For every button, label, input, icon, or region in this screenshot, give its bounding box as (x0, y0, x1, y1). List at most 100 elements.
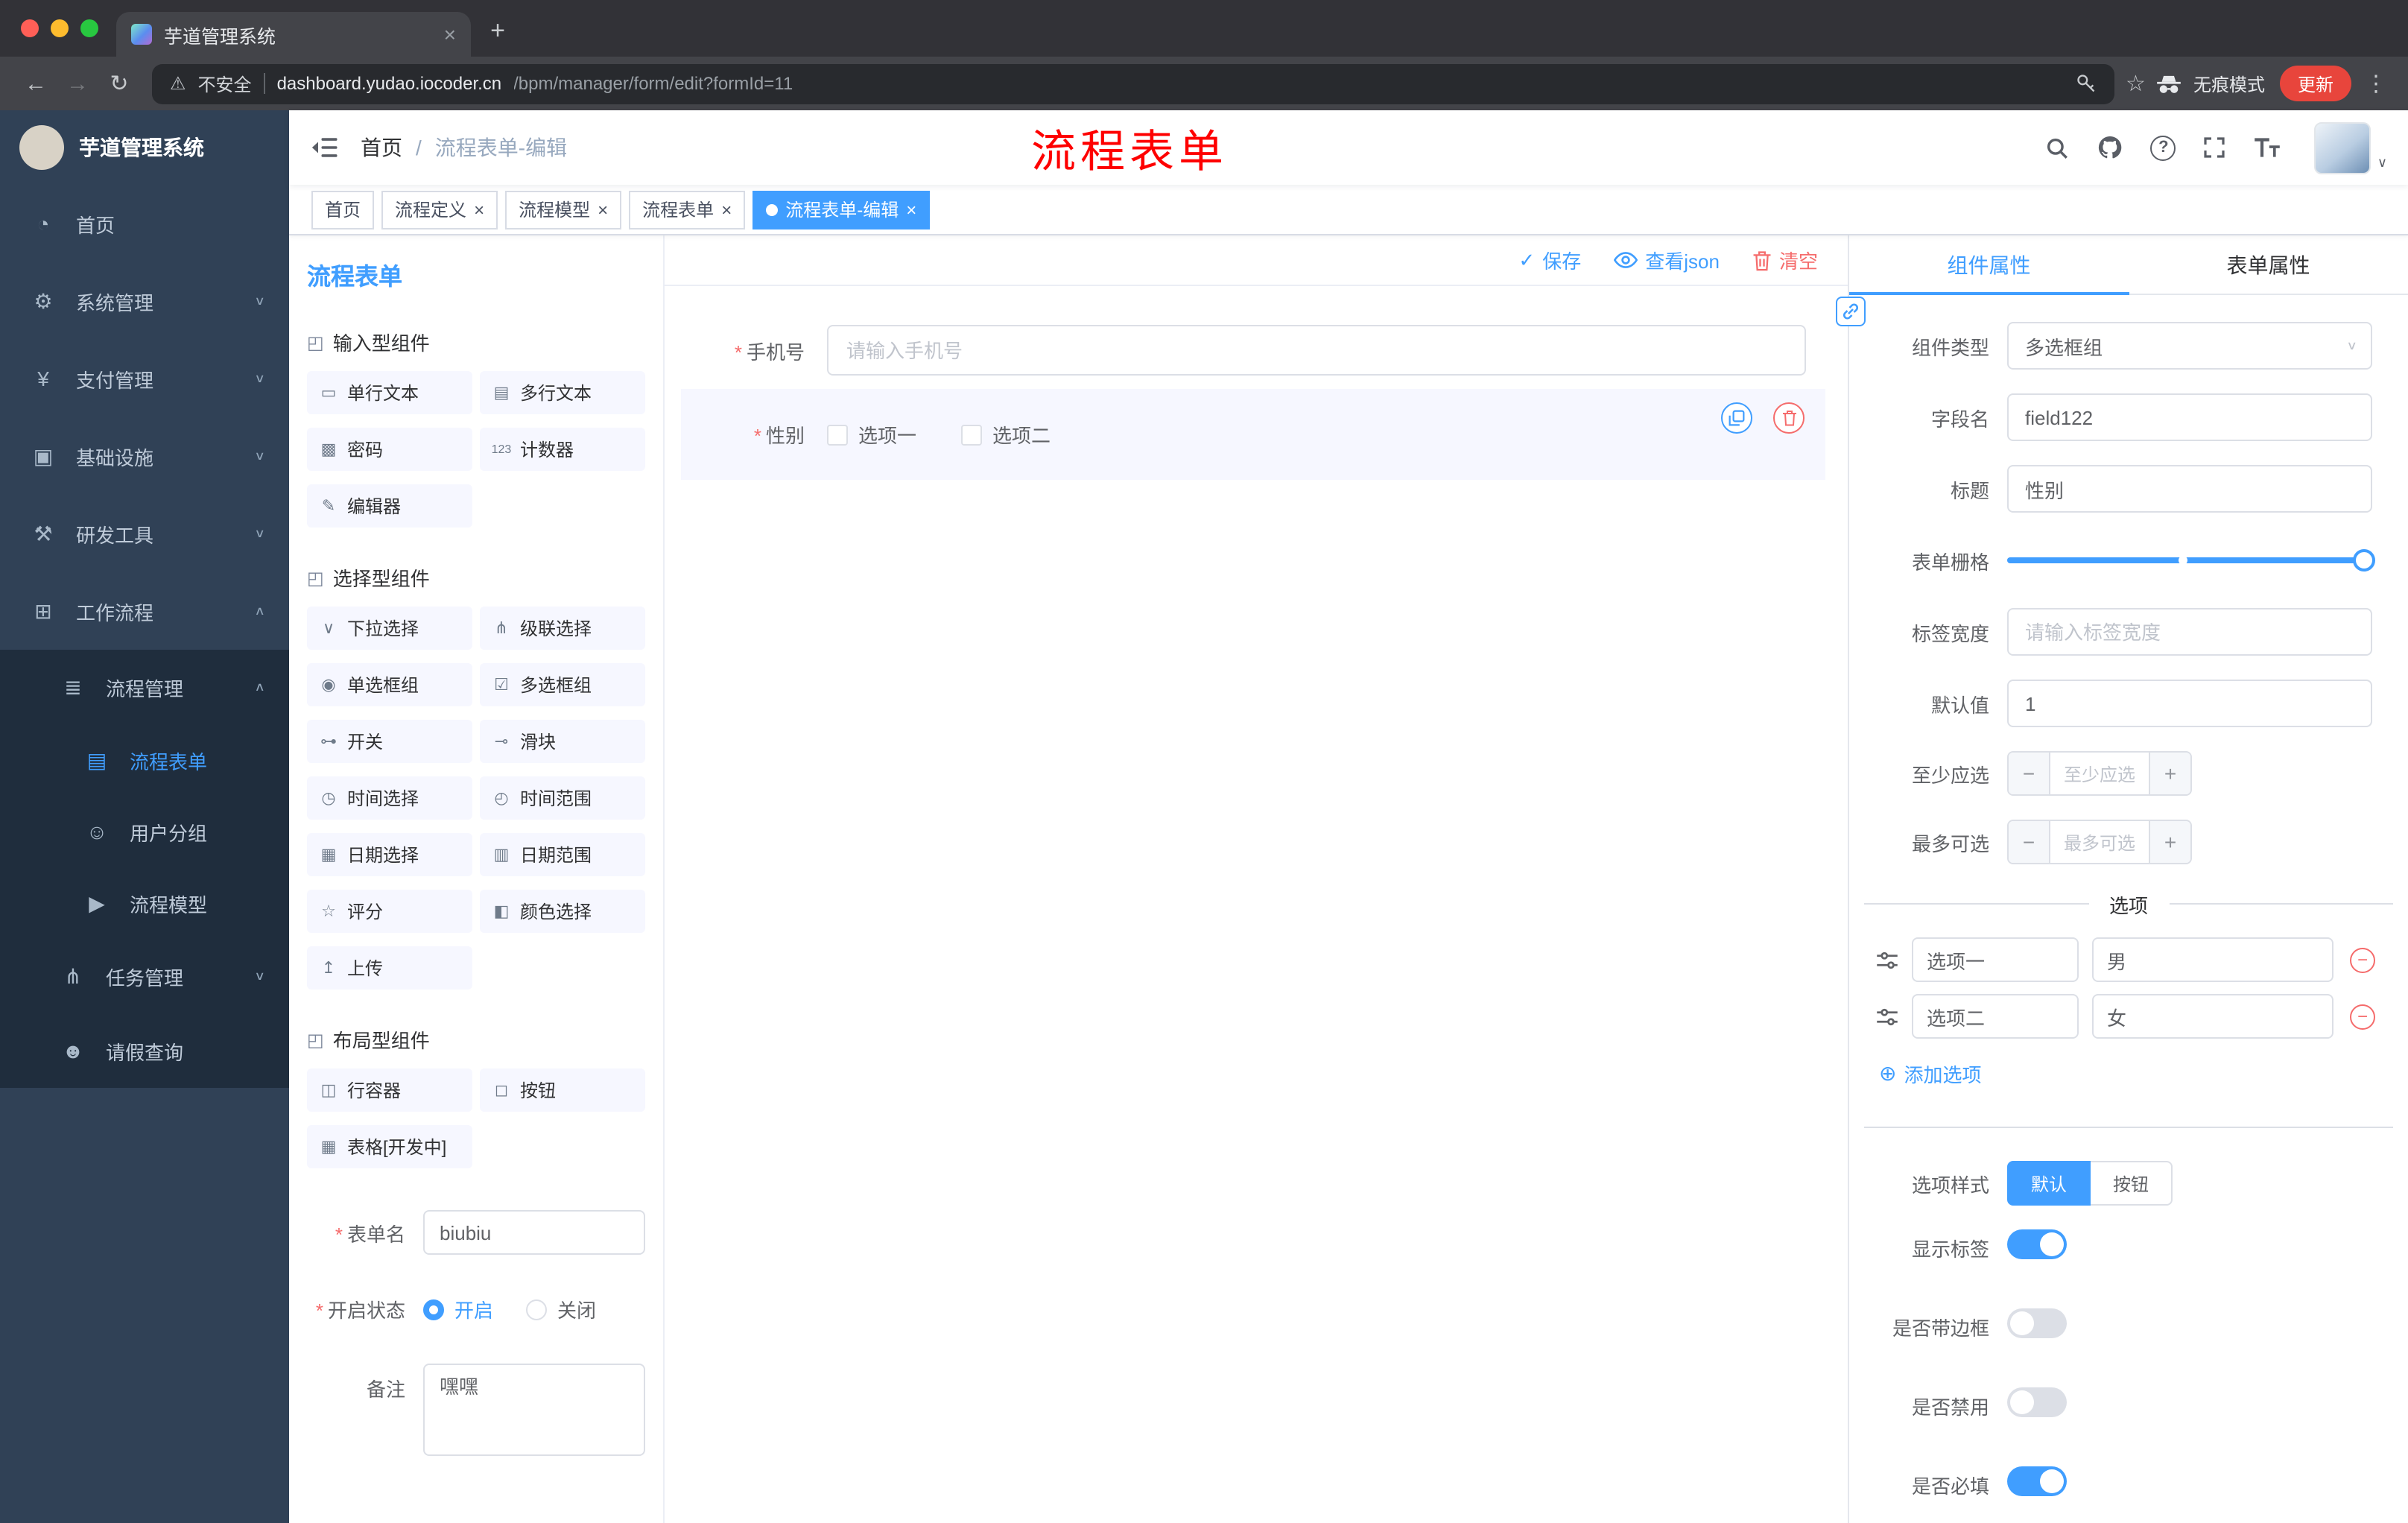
min-select-value[interactable]: 至少应选 (2050, 753, 2149, 794)
component-button[interactable]: ◻ 按钮 (480, 1068, 645, 1112)
status-radio-off[interactable]: 关闭 (526, 1295, 596, 1323)
help-icon[interactable]: ? (2150, 135, 2176, 160)
component-select[interactable]: ∨ 下拉选择 (307, 607, 472, 650)
view-json-button[interactable]: 查看json (1614, 246, 1720, 274)
user-avatar[interactable]: ∨ (2314, 121, 2387, 174)
decrease-button[interactable]: − (2009, 753, 2050, 794)
checkbox[interactable] (827, 424, 848, 445)
widget-gender-selected[interactable]: * 性别 选项一 选项二 (681, 389, 1825, 480)
component-slider[interactable]: ⊸ 滑块 (480, 720, 645, 763)
sidebar-item-system[interactable]: ⚙ 系统管理 ∨ (0, 262, 289, 340)
tag-close-icon[interactable]: × (598, 199, 608, 220)
delete-widget-button[interactable] (1773, 402, 1805, 434)
tag-close-icon[interactable]: × (721, 199, 732, 220)
clear-button[interactable]: 清空 (1752, 246, 1818, 274)
sidebar-item-payment[interactable]: ¥ 支付管理 ∨ (0, 340, 289, 417)
increase-button[interactable]: + (2149, 753, 2190, 794)
add-option-button[interactable]: ⊕ 添加选项 (1879, 1060, 2408, 1088)
tag-process-form[interactable]: 流程表单 × (629, 190, 746, 229)
sidebar-item-process-form[interactable]: ▤ 流程表单 (0, 724, 289, 796)
gender-option-2[interactable]: 选项二 (961, 420, 1051, 449)
gender-option-1[interactable]: 选项一 (827, 420, 916, 449)
tab-close-icon[interactable]: × (444, 22, 456, 46)
sidebar-item-task-mgmt[interactable]: ⋔ 任务管理 ∨ (0, 939, 289, 1013)
minimize-window-button[interactable] (51, 19, 69, 37)
component-rate[interactable]: ☆ 评分 (307, 890, 472, 933)
option-name-input[interactable] (1912, 994, 2079, 1039)
disabled-switch[interactable] (2007, 1387, 2067, 1417)
back-button[interactable]: ← (15, 63, 57, 104)
tag-home[interactable]: 首页 (311, 190, 375, 229)
option-value-input[interactable] (2092, 994, 2333, 1039)
close-window-button[interactable] (21, 19, 39, 37)
tab-form-props[interactable]: 表单属性 (2129, 235, 2408, 294)
copy-widget-button[interactable] (1721, 402, 1752, 434)
max-select-stepper[interactable]: − 最多可选 + (2007, 820, 2192, 864)
new-tab-button[interactable]: + (477, 10, 519, 52)
sidebar-item-user-group[interactable]: ☺ 用户分组 (0, 796, 289, 867)
sidebar-item-home[interactable]: ◔ 首页 (0, 185, 289, 262)
fullscreen-icon[interactable] (2203, 136, 2227, 159)
component-time-picker[interactable]: ◷ 时间选择 (307, 776, 472, 820)
component-cascader[interactable]: ⋔ 级联选择 (480, 607, 645, 650)
remove-option-button[interactable]: − (2350, 947, 2375, 972)
sidebar-item-infra[interactable]: ▣ 基础设施 ∨ (0, 417, 289, 495)
widget-phone[interactable]: * 手机号 (681, 325, 1825, 376)
reload-button[interactable]: ↻ (98, 63, 140, 104)
increase-button[interactable]: + (2149, 821, 2190, 863)
sidebar-item-process-model[interactable]: ▶ 流程模型 (0, 867, 289, 939)
option-name-input[interactable] (1912, 937, 2079, 982)
search-icon[interactable] (2045, 135, 2070, 160)
drawing-board[interactable]: *手机号 *性别 (665, 286, 1848, 1523)
component-row-container[interactable]: ◫ 行容器 (307, 1068, 472, 1112)
tag-process-definition[interactable]: 流程定义 × (381, 190, 498, 229)
bookmark-star-icon[interactable]: ☆ (2126, 70, 2146, 97)
security-label[interactable]: 不安全 (198, 71, 252, 96)
tag-process-form-edit[interactable]: 流程表单-编辑 × (752, 190, 931, 229)
component-table[interactable]: ▦ 表格[开发中] (307, 1125, 472, 1168)
component-date-picker[interactable]: ▦ 日期选择 (307, 833, 472, 876)
max-select-value[interactable]: 最多可选 (2050, 821, 2149, 863)
component-textarea[interactable]: ▤ 多行文本 (480, 371, 645, 414)
phone-input[interactable] (827, 325, 1806, 376)
option-value-input[interactable] (2092, 937, 2333, 982)
update-button[interactable]: 更新 (2279, 66, 2351, 101)
forward-button[interactable]: → (57, 63, 98, 104)
component-time-range[interactable]: ◴ 时间范围 (480, 776, 645, 820)
min-select-stepper[interactable]: − 至少应选 + (2007, 751, 2192, 796)
style-button-button[interactable]: 按钮 (2091, 1161, 2173, 1206)
sidebar-item-devtools[interactable]: ⚒ 研发工具 ∨ (0, 495, 289, 572)
sidebar-item-leave-query[interactable]: ☻ 请假查询 (0, 1013, 289, 1088)
grid-slider[interactable] (2007, 536, 2375, 584)
address-bar[interactable]: ⚠ 不安全 dashboard.yudao.iocoder.cn /bpm/ma… (152, 63, 2114, 104)
slider-handle[interactable] (2353, 549, 2375, 571)
key-icon[interactable] (2075, 73, 2096, 94)
component-color-picker[interactable]: ◧ 颜色选择 (480, 890, 645, 933)
browser-menu-icon[interactable]: ⋮ (2365, 70, 2387, 97)
drag-handle-icon[interactable] (1876, 1007, 1898, 1026)
form-name-input[interactable] (423, 1210, 645, 1255)
show-label-switch[interactable] (2007, 1229, 2067, 1259)
sidebar-toggle-icon[interactable] (289, 110, 361, 185)
tag-close-icon[interactable]: × (474, 199, 484, 220)
font-size-icon[interactable] (2254, 137, 2282, 158)
link-icon[interactable] (1836, 297, 1866, 326)
sidebar-item-workflow[interactable]: ⊞ 工作流程 ∧ (0, 572, 289, 650)
browser-tab[interactable]: 芋道管理系统 × (116, 12, 471, 57)
status-radio-on[interactable]: 开启 (423, 1295, 493, 1323)
component-single-text[interactable]: ▭ 单行文本 (307, 371, 472, 414)
breadcrumb-home[interactable]: 首页 (361, 133, 402, 162)
component-counter[interactable]: 123 计数器 (480, 428, 645, 471)
required-switch[interactable] (2007, 1466, 2067, 1496)
field-name-input[interactable] (2007, 393, 2372, 441)
with-border-switch[interactable] (2007, 1308, 2067, 1338)
checkbox[interactable] (961, 424, 983, 445)
save-button[interactable]: ✓ 保存 (1518, 246, 1581, 274)
component-password[interactable]: ▩ 密码 (307, 428, 472, 471)
label-width-input[interactable] (2007, 608, 2372, 656)
decrease-button[interactable]: − (2009, 821, 2050, 863)
component-editor[interactable]: ✎ 编辑器 (307, 484, 472, 528)
form-remark-textarea[interactable]: 嘿嘿 (423, 1364, 645, 1456)
tag-close-icon[interactable]: × (906, 199, 916, 220)
component-date-range[interactable]: ▥ 日期范围 (480, 833, 645, 876)
